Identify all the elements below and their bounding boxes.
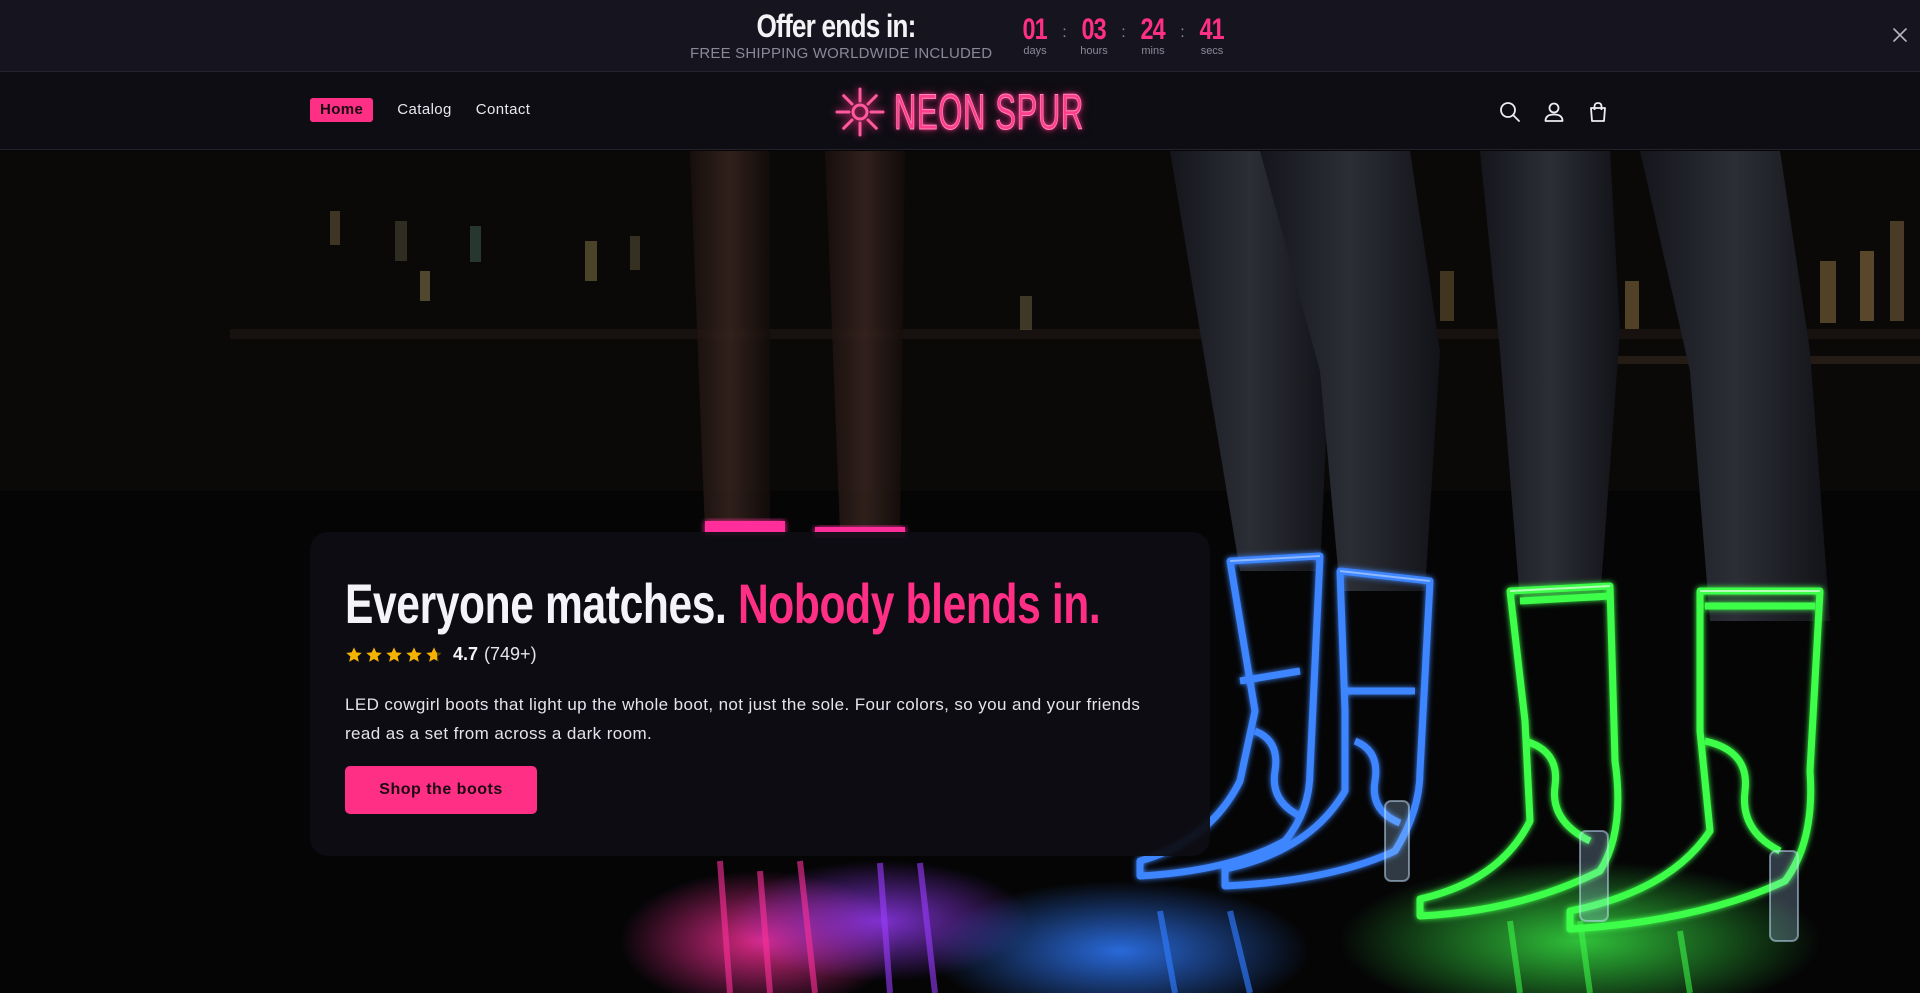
- star-icon: [346, 646, 362, 662]
- account-button[interactable]: [1540, 98, 1568, 126]
- countdown-secs: 41 secs: [1189, 14, 1235, 57]
- offer-title: Offer ends in:: [756, 8, 916, 44]
- countdown-hours-value: 03: [1081, 13, 1107, 46]
- site-logo[interactable]: NEON SPUR: [834, 82, 1200, 142]
- half-star-icon: [426, 646, 442, 662]
- rating-value: 4.7: [453, 644, 479, 664]
- nav-contact[interactable]: Contact: [476, 98, 531, 122]
- hero-section: Everyone matches. Nobody blends in. 4.7 …: [0, 151, 1920, 993]
- countdown-secs-label: secs: [1200, 45, 1224, 57]
- rating-count: (749+): [484, 644, 537, 664]
- countdown-separator: :: [1121, 24, 1126, 41]
- countdown-mins-value: 24: [1140, 13, 1166, 46]
- nav-home[interactable]: Home: [310, 98, 374, 122]
- site-header: Home Catalog Contact NEON SPUR: [0, 72, 1920, 150]
- logo-text: NEON SPUR: [894, 84, 1084, 141]
- hero-heading-pink: Nobody blends in.: [737, 572, 1101, 635]
- cart-icon: [1590, 102, 1606, 122]
- rating: 4.7 (749+): [345, 644, 537, 665]
- starburst-icon: [835, 87, 885, 137]
- shop-boots-button[interactable]: Shop the boots: [345, 766, 537, 814]
- countdown-days-value: 01: [1022, 13, 1048, 46]
- hero-card: Everyone matches. Nobody blends in. 4.7 …: [310, 532, 1210, 856]
- countdown-secs-value: 41: [1199, 13, 1225, 46]
- countdown-mins-label: mins: [1141, 45, 1165, 57]
- star-icon: [406, 646, 422, 662]
- search-icon: [1500, 102, 1520, 122]
- hero-heading: Everyone matches. Nobody blends in.: [345, 572, 1101, 636]
- main-nav: Home Catalog Contact: [310, 98, 554, 122]
- header-icons: [1496, 98, 1628, 126]
- countdown-mins: 24 mins: [1130, 14, 1176, 57]
- countdown-hours: 03 hours: [1071, 14, 1117, 57]
- close-icon: [1893, 28, 1907, 42]
- offer-block: Offer ends in: FREE SHIPPING WORLDWIDE I…: [690, 6, 993, 62]
- hero-description: LED cowgirl boots that light up the whol…: [345, 695, 1141, 743]
- star-icon: [386, 646, 402, 662]
- account-icon: [1544, 102, 1564, 122]
- countdown-hours-label: hours: [1080, 45, 1108, 57]
- close-announcement-button[interactable]: [1888, 24, 1912, 48]
- countdown-days-label: days: [1023, 45, 1047, 57]
- announcement-bar: Offer ends in: FREE SHIPPING WORLDWIDE I…: [0, 0, 1920, 72]
- countdown-separator: :: [1180, 24, 1185, 41]
- countdown-days: 01 days: [1012, 14, 1058, 57]
- countdown-timer: 01 days : 03 hours : 24 mins : 41 secs: [1012, 14, 1235, 57]
- star-icon: [366, 646, 382, 662]
- nav-catalog[interactable]: Catalog: [397, 98, 452, 122]
- hero-heading-white: Everyone matches.: [345, 572, 727, 635]
- free-shipping-text: FREE SHIPPING WORLDWIDE INCLUDED: [690, 45, 993, 62]
- search-button[interactable]: [1496, 98, 1524, 126]
- rating-stars: [345, 646, 445, 664]
- cart-button[interactable]: [1584, 98, 1612, 126]
- countdown-separator: :: [1062, 24, 1067, 41]
